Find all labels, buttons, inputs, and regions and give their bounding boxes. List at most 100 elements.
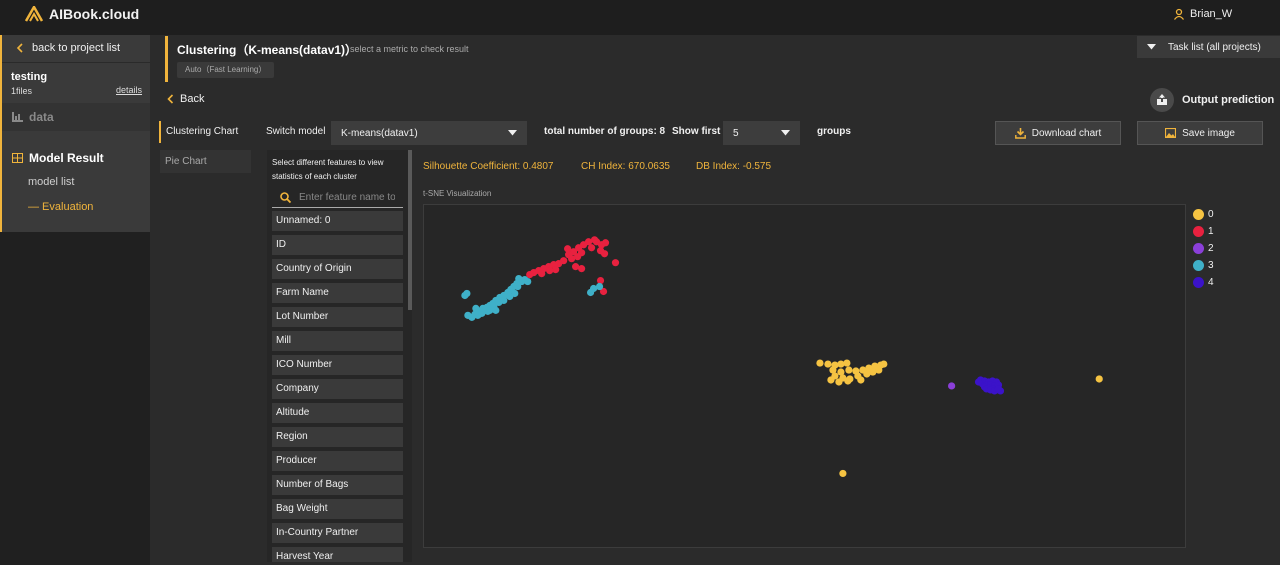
scatter-point-cluster-4[interactable]: [994, 385, 1003, 393]
top-bar: AIBook.cloud Brian_W: [0, 0, 1280, 35]
feature-item[interactable]: Farm Name: [272, 283, 403, 303]
scatter-point-cluster-3[interactable]: [472, 304, 480, 312]
details-link[interactable]: details: [116, 85, 142, 95]
feature-item[interactable]: Country of Origin: [272, 259, 403, 279]
feature-search[interactable]: [272, 187, 403, 208]
scatter-point-cluster-0[interactable]: [843, 359, 851, 367]
scatter-point-cluster-0[interactable]: [875, 366, 883, 374]
back-button[interactable]: Back: [167, 93, 204, 105]
output-prediction-label: Output prediction: [1182, 94, 1275, 106]
feature-item[interactable]: ID: [272, 235, 403, 255]
app-logo[interactable]: AIBook.cloud: [24, 6, 139, 22]
switch-model-label: Switch model: [266, 126, 326, 137]
search-icon: [280, 191, 291, 203]
scatter-point-cluster-0[interactable]: [845, 366, 853, 374]
sidebar-item-evaluation[interactable]: — Evaluation: [28, 201, 93, 213]
scatter-point-cluster-0[interactable]: [880, 360, 888, 368]
feature-item[interactable]: Lot Number: [272, 307, 403, 327]
file-count: 1files: [11, 86, 33, 96]
download-chart-button[interactable]: Download chart: [995, 121, 1121, 145]
feature-item[interactable]: Altitude: [272, 403, 403, 423]
legend-item-1[interactable]: 1: [1193, 223, 1214, 240]
user-name: Brian_W: [1190, 8, 1233, 20]
scatter-point-cluster-1[interactable]: [577, 265, 586, 273]
scatter-point-cluster-3[interactable]: [463, 289, 471, 298]
silhouette-metric[interactable]: Silhouette Coefficient: 0.4807: [423, 161, 553, 172]
feature-item[interactable]: Region: [272, 427, 403, 447]
scatter-point-cluster-0[interactable]: [839, 469, 847, 478]
feature-item[interactable]: Mill: [272, 331, 403, 351]
legend-item-0[interactable]: 0: [1193, 206, 1214, 223]
bar-chart-icon: [12, 112, 23, 122]
save-image-button[interactable]: Save image: [1137, 121, 1263, 145]
db-index-metric[interactable]: DB Index: -0.575: [696, 161, 771, 172]
legend-swatch: [1193, 209, 1204, 220]
tab-clustering-chart[interactable]: Clustering Chart: [159, 121, 251, 143]
scatter-point-cluster-1[interactable]: [552, 266, 560, 274]
feature-scrollbar[interactable]: [408, 150, 412, 310]
tab-pie-chart[interactable]: Pie Chart: [160, 150, 251, 173]
scatter-point-cluster-1[interactable]: [601, 239, 610, 247]
scatter-point-cluster-0[interactable]: [1095, 375, 1103, 383]
scatter-point-cluster-0[interactable]: [844, 377, 852, 385]
scatter-point-cluster-0[interactable]: [837, 360, 845, 368]
scatter-point-cluster-3[interactable]: [595, 282, 604, 291]
scatter-point-cluster-0[interactable]: [816, 359, 824, 367]
project-name: testing: [11, 71, 48, 83]
task-list-label: Task list (all projects): [1168, 41, 1261, 53]
scatter-point-cluster-0[interactable]: [824, 360, 832, 368]
scatter-point-cluster-3[interactable]: [511, 289, 519, 298]
scatter-point-cluster-0[interactable]: [835, 378, 843, 386]
grid-icon: [12, 153, 23, 163]
scatter-point-cluster-1[interactable]: [590, 236, 599, 244]
feature-item[interactable]: Unnamed: 0: [272, 211, 403, 231]
legend-item-3[interactable]: 3: [1193, 257, 1214, 274]
model-select[interactable]: K-means(datav1): [331, 121, 527, 145]
ch-index-metric[interactable]: CH Index: 670.0635: [581, 161, 670, 172]
sidebar-item-data[interactable]: data: [2, 103, 150, 131]
feature-search-input[interactable]: [299, 191, 395, 203]
caret-down-icon: [781, 130, 790, 136]
back-to-project-list[interactable]: back to project list: [16, 42, 120, 54]
model-select-value: K-means(datav1): [341, 127, 418, 139]
scatter-point-cluster-2[interactable]: [948, 382, 956, 390]
scatter-point-cluster-3[interactable]: [464, 311, 472, 319]
sidebar-item-model-result[interactable]: Model Result: [12, 151, 104, 165]
sidebar-item-label: Model Result: [29, 151, 104, 165]
back-label: back to project list: [32, 42, 121, 54]
scatter-point-cluster-0[interactable]: [857, 376, 865, 384]
scatter-point-cluster-0[interactable]: [827, 376, 835, 384]
tsne-scatter-plot: [461, 236, 1103, 478]
scatter-point-cluster-3[interactable]: [492, 306, 500, 314]
output-prediction-button[interactable]: Output prediction: [1150, 88, 1274, 112]
scatter-point-cluster-1[interactable]: [611, 259, 620, 267]
scatter-point-cluster-3[interactable]: [500, 296, 508, 305]
feature-item[interactable]: ICO Number: [272, 355, 403, 375]
feature-item[interactable]: Producer: [272, 451, 403, 471]
user-icon: [1173, 8, 1185, 20]
show-first-select[interactable]: 5: [723, 121, 800, 145]
feature-item[interactable]: Number of Bags: [272, 475, 403, 495]
user-menu[interactable]: Brian_W: [1173, 8, 1232, 20]
feature-item[interactable]: In-Country Partner: [272, 523, 403, 543]
scatter-point-cluster-4[interactable]: [974, 378, 983, 386]
sidebar-item-model-list[interactable]: model list: [28, 176, 74, 188]
task-list-dropdown[interactable]: Task list (all projects): [1137, 36, 1280, 58]
scatter-point-cluster-1[interactable]: [568, 255, 576, 263]
feature-item[interactable]: Company: [272, 379, 403, 399]
feature-item[interactable]: Harvest Year: [272, 547, 403, 562]
legend-item-2[interactable]: 2: [1193, 240, 1214, 257]
scatter-point-cluster-3[interactable]: [514, 282, 522, 291]
scatter-point-cluster-1[interactable]: [546, 267, 554, 275]
scatter-point-cluster-3[interactable]: [524, 277, 532, 286]
caret-down-icon: [508, 130, 517, 136]
legend-item-4[interactable]: 4: [1193, 274, 1214, 291]
feature-list: Unnamed: 0 ID Country of Origin Farm Nam…: [272, 211, 403, 562]
scatter-point-cluster-3[interactable]: [586, 288, 595, 297]
scatter-point-cluster-1[interactable]: [538, 269, 546, 278]
logo-icon: [24, 6, 44, 22]
scatter-point-cluster-1[interactable]: [596, 247, 605, 255]
scatter-point-cluster-3[interactable]: [479, 304, 487, 312]
scatter-point-cluster-1[interactable]: [564, 245, 572, 253]
feature-item[interactable]: Bag Weight: [272, 499, 403, 519]
